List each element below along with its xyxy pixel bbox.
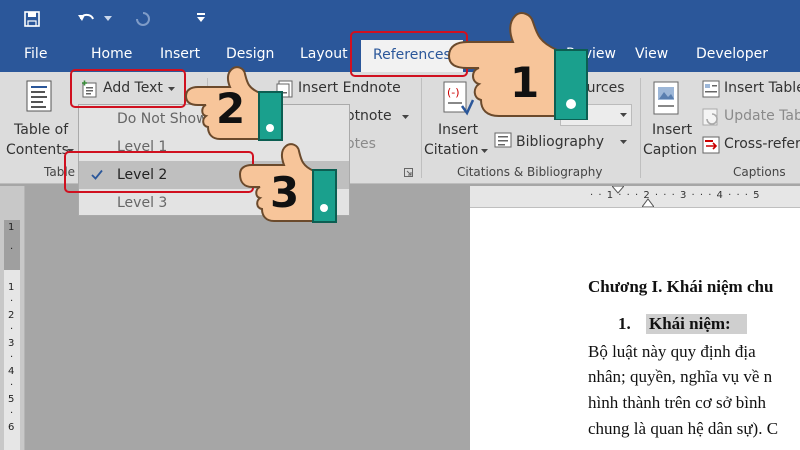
ruler-tick: ·: [10, 352, 14, 363]
ruler-tick: 2: [8, 310, 15, 321]
insert-caption-icon: [653, 81, 679, 115]
bibliography-dropdown-icon[interactable]: [620, 140, 627, 145]
ruler-tick: ·: [10, 324, 14, 335]
first-line-indent-marker[interactable]: [612, 186, 624, 194]
table-of-contents-icon[interactable]: [26, 80, 52, 112]
cross-reference-button[interactable]: Cross-refere: [724, 136, 800, 152]
highlight-add-text: [70, 69, 186, 108]
body-line: nhân; quyền, nghĩa vụ về n: [588, 367, 773, 386]
vertical-ruler[interactable]: 1 · 1 · 2 · 3 · 4 · 5 · 6: [0, 186, 25, 450]
group-separator: [421, 78, 422, 178]
insert-citation-line2[interactable]: Citation: [424, 142, 479, 158]
toc-button-line2[interactable]: Contents: [6, 142, 69, 158]
list-item-title: Khái niệm:: [646, 314, 747, 334]
ruler-tick: ·: [10, 380, 14, 391]
insert-table-of-figures-icon: [702, 80, 720, 98]
undo-dropdown-icon[interactable]: [104, 16, 112, 22]
bibliography-button[interactable]: Bibliography: [516, 134, 604, 150]
undo-icon[interactable]: [77, 10, 97, 28]
style-dropdown-icon[interactable]: [620, 113, 627, 118]
step-number-1: 1: [510, 58, 540, 107]
body-line: hình thành trên cơ sở bình: [588, 393, 767, 412]
tab-developer[interactable]: Developer: [696, 46, 768, 62]
ruler-tick: ·: [10, 408, 14, 419]
insert-table-of-figures-button[interactable]: Insert Table: [724, 80, 800, 96]
ruler-tick: ·: [10, 296, 14, 307]
save-icon[interactable]: [24, 11, 40, 27]
cross-reference-icon: [702, 136, 720, 154]
insert-endnote-button[interactable]: Insert Endnote: [298, 80, 401, 96]
insert-caption-line2[interactable]: Caption: [643, 142, 697, 158]
redo-icon[interactable]: [134, 10, 152, 28]
citations-group-label: Citations & Bibliography: [457, 165, 603, 179]
customize-toolbar-icon[interactable]: [197, 13, 205, 23]
update-table-button[interactable]: Update Table: [724, 108, 800, 124]
insert-caption-line1[interactable]: Insert: [652, 122, 692, 138]
highlight-level-2: [64, 151, 254, 193]
document-page[interactable]: Chương I. Khái niệm chu 1. Khái niệm: Bộ…: [470, 208, 800, 450]
document-heading: Chương I. Khái niệm chu: [588, 277, 774, 296]
tab-design[interactable]: Design: [226, 46, 274, 62]
horizontal-ruler[interactable]: · · 1 · · · 2 · · · 3 · · · 4 · · · 5: [470, 186, 800, 208]
tab-home[interactable]: Home: [91, 46, 132, 62]
group-separator: [640, 78, 641, 178]
step-number-2: 2: [216, 84, 246, 133]
captions-group-label: Captions: [733, 165, 786, 179]
dialog-launcher-icon[interactable]: [404, 168, 413, 177]
ruler-tick: 5: [8, 394, 15, 405]
tab-layout[interactable]: Layout: [300, 46, 348, 62]
ruler-tick: 3: [8, 338, 15, 349]
ruler-tick: 1: [8, 222, 15, 233]
ruler-tick: 6: [8, 422, 15, 433]
insert-citation-line1[interactable]: Insert: [438, 122, 478, 138]
insert-citation-dropdown-icon[interactable]: [481, 149, 488, 154]
tab-insert[interactable]: Insert: [160, 46, 200, 62]
next-footnote-button[interactable]: otnote: [346, 108, 392, 124]
next-footnote-dropdown-icon[interactable]: [402, 115, 409, 120]
update-table-icon: [702, 108, 718, 126]
show-notes-button[interactable]: otes: [346, 136, 376, 152]
left-indent-marker[interactable]: [642, 198, 654, 208]
step-number-3: 3: [270, 168, 300, 217]
tab-view[interactable]: View: [635, 46, 668, 62]
list-item-number: 1.: [618, 314, 631, 333]
ruler-tick: ·: [10, 244, 14, 255]
ruler-tick: 1: [8, 282, 15, 293]
toc-button-line1[interactable]: Table of: [14, 122, 68, 138]
body-line: chung là quan hệ dân sự). C: [588, 419, 779, 438]
bibliography-icon: [494, 132, 512, 148]
ruler-tick: 4: [8, 366, 15, 377]
tab-file[interactable]: File: [24, 46, 47, 62]
body-line: Bộ luật này quy định địa: [588, 342, 756, 361]
